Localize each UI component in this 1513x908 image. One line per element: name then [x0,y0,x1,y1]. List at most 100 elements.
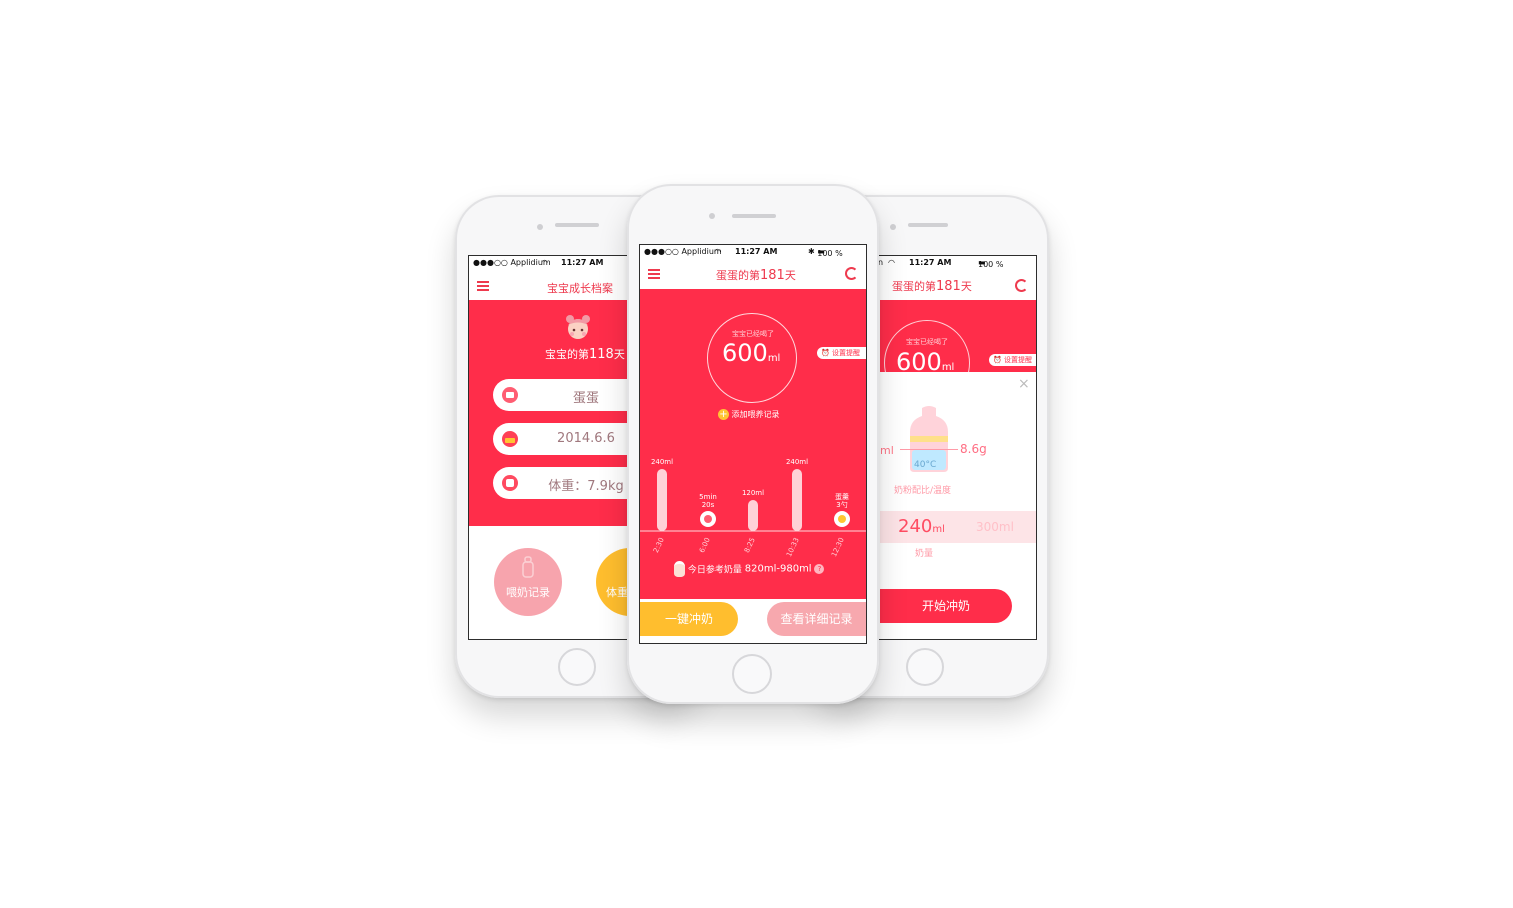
reminder-button[interactable]: ⏰ 设置提醒 [989,354,1036,366]
gauge-caption: 宝宝已经喝了 [906,338,948,346]
add-record-label: 添加喂养记录 [731,410,780,419]
front-camera [890,224,896,230]
battery-percent: 100 % [978,260,1004,269]
clock: 11:27 AM [561,258,604,267]
gauge-caption: 宝宝已经喝了 [732,330,774,338]
feeding-bar[interactable] [748,500,758,531]
earpiece-speaker [555,223,599,227]
powder-left-amount: ml [880,444,894,457]
reference-amount: 今日参考奶量 820ml-980ml ? [674,561,825,577]
add-circle-icon: + [718,409,729,420]
time-tick-label: 8:25 [743,536,757,554]
clock: 11:27 AM [909,258,952,267]
amount-next[interactable]: 300ml [976,520,1014,534]
time-tick-label: 6:00 [698,536,712,554]
feeding-bar[interactable] [792,469,802,531]
feeding-record-label: 喂奶记录 [506,586,550,599]
marker-label: 5min [699,493,717,501]
days-prefix: 宝宝的第 [545,348,589,361]
status-bar: ●●●○○ Applidium ◠ 11:27 AM ✱ 100 % ▬ [640,245,866,259]
menu-icon[interactable] [477,281,489,291]
ratio-line [900,449,958,450]
bar-label: 120ml [742,489,764,497]
earpiece-speaker [732,214,776,218]
alarm-clock-icon: ⏰ [993,356,1002,364]
days-suffix: 天 [613,348,625,361]
quick-feed-button[interactable]: 一键冲奶 [640,602,738,636]
detail-records-button[interactable]: 查看详细记录 [767,602,866,636]
amount-label: 奶量 [915,549,934,559]
nav-title: 蛋蛋的第181天 [716,267,796,283]
refresh-icon[interactable] [1015,279,1028,292]
powder-amount: 8.6g [960,442,987,456]
marker-label: 3勺 [836,500,847,509]
carrier-label: ●●●○○ Applidium [644,247,722,256]
carrier-label: ●●●○○ Applidium [473,258,551,267]
ratio-label: 奶粉配比/温度 [894,486,952,496]
feeding-bar[interactable] [657,469,667,531]
nav-suffix: 天 [960,280,972,293]
reminder-label: 设置提醒 [831,349,860,357]
bottle-icon [522,556,534,578]
gauge-unit: ml [767,353,781,364]
baby-age-label: 宝宝的第118天 [545,346,625,362]
reminder-button[interactable]: ⏰ 设置提醒 [817,347,866,359]
wifi-icon: ◠ [888,258,895,267]
reminder-label: 设置提醒 [1003,356,1032,364]
center-screen: ●●●○○ Applidium ◠ 11:27 AM ✱ 100 % ▬ 蛋蛋的… [639,244,867,644]
battery-label: ✱ 100 % ▬ [808,247,843,258]
close-icon[interactable]: × [1018,376,1030,392]
intake-header: 宝宝已经喝了 600ml ⏰ 设置提醒 [880,300,1036,406]
wifi-icon: ◠ [541,258,548,267]
help-icon[interactable]: ? [814,564,825,574]
refresh-icon[interactable] [845,267,858,280]
time-tick-label: 12:30 [830,536,846,558]
marker-label: 20s [702,501,715,509]
home-button[interactable] [732,654,772,694]
bar-label: 240ml [786,458,808,466]
feeding-record-button[interactable]: 喂奶记录 [494,548,562,616]
dashboard-panel: 宝宝已经喝了 600ml ⏰ 设置提醒 + 添加喂养记录 240ml 2:30 5m… [640,289,866,599]
amount-selector-strip[interactable]: 240ml 300ml [880,511,1036,543]
battery-percent: 100 % [817,249,843,258]
home-button[interactable] [906,648,944,686]
amount-selected-unit: ml [932,524,945,535]
home-button[interactable] [558,648,596,686]
nav-number: 181 [936,279,961,294]
menu-icon[interactable] [648,269,660,279]
amount-selected: 240ml [898,516,945,537]
nav-prefix: 蛋蛋的第 [892,280,936,293]
gauge-number: 600 [722,339,768,367]
center-phone: ●●●○○ Applidium ◠ 11:27 AM ✱ 100 % ▬ 蛋蛋的… [627,184,879,704]
nav-bar: 蛋蛋的第181天 [640,259,866,289]
baby-avatar-icon [674,561,685,577]
nav-title: 宝宝成长档案 [547,282,613,295]
reference-value: 820ml-980ml [744,563,812,575]
days-number: 118 [589,347,614,362]
marker-label: 蛋羹 [835,492,849,501]
add-record-button[interactable]: + 添加喂养记录 [718,409,780,420]
start-brewing-button[interactable]: 开始冲奶 [880,589,1012,623]
front-camera [709,213,715,219]
weight-record-label: 体重 [606,586,628,599]
battery-label: 100 % ▬ [978,258,1004,269]
front-camera [537,224,543,230]
nav-suffix: 天 [784,269,796,282]
earpiece-speaker [908,223,948,227]
nav-title: 蛋蛋的第181天 [892,278,972,294]
nav-prefix: 蛋蛋的第 [716,269,760,282]
time-tick-label: 10:33 [785,536,801,558]
baby-face-icon [566,315,590,339]
reference-prefix: 今日参考奶量 [687,565,742,576]
marker-dot [838,515,846,523]
clock: 11:27 AM [735,247,778,256]
wifi-icon: ◠ [714,247,721,256]
gauge-value: 600ml [722,339,780,367]
alarm-clock-icon: ⏰ [821,349,830,357]
marker-dot [704,515,712,523]
amount-selected-number: 240 [898,516,933,537]
feeding-timeline-chart: 240ml 2:30 5min20s 6:00 120ml 8:25 240ml 10:33 蛋… [640,458,866,558]
nav-number: 181 [760,268,785,283]
time-tick-label: 2:30 [652,536,666,554]
bar-label: 240ml [651,458,673,466]
